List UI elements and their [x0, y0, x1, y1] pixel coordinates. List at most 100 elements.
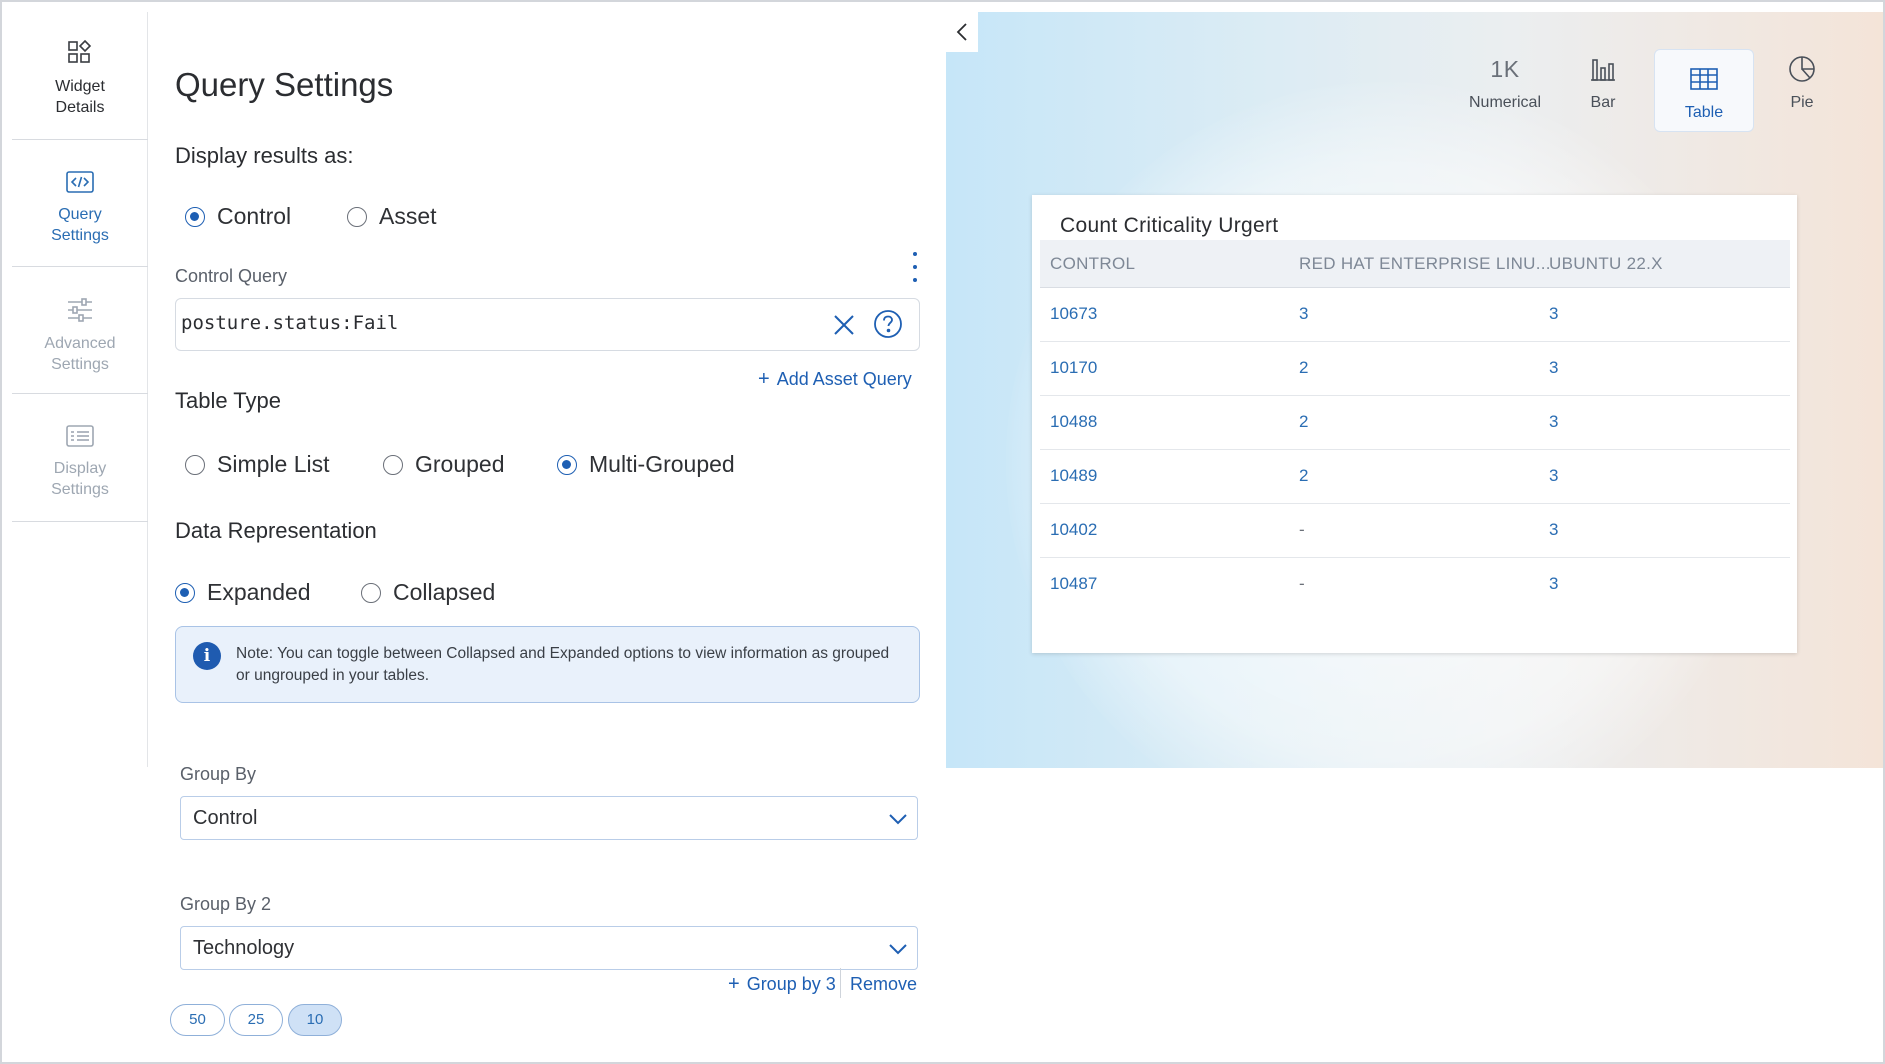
group-by-label: Group By — [180, 764, 257, 784]
chart-type-pie[interactable]: Pie — [1765, 40, 1839, 124]
chart-type-numerical[interactable]: 1K Numerical — [1455, 40, 1555, 124]
table-icon — [1690, 68, 1718, 90]
chart-type-label: Numerical — [1468, 94, 1541, 111]
table-cell[interactable]: 10402 — [1050, 520, 1097, 540]
nav-label: Query Settings — [51, 206, 109, 244]
nav-label: Widget Details — [55, 78, 105, 116]
group-by-2-label: Group By 2 — [180, 894, 272, 914]
chart-type-table[interactable]: Table — [1654, 49, 1754, 132]
table-row: 10170 2 3 — [1040, 342, 1790, 396]
radio-label: Expanded — [207, 579, 311, 605]
column-header[interactable]: UBUNTU 22.X — [1549, 254, 1663, 274]
select-value: Technology — [193, 937, 295, 959]
table-row: 10488 2 3 — [1040, 396, 1790, 450]
table-cell[interactable]: 3 — [1549, 520, 1558, 540]
column-header[interactable]: CONTROL — [1050, 254, 1135, 274]
table-cell[interactable]: 3 — [1299, 304, 1308, 324]
nav-item-query-settings[interactable]: Query Settings — [12, 140, 148, 267]
radio-label: Grouped — [415, 451, 505, 477]
table-row: 10673 3 3 — [1040, 288, 1790, 342]
nav-item-widget-details[interactable]: Widget Details — [12, 12, 148, 140]
link-label: Add Asset Query — [776, 369, 912, 389]
chart-type-bar[interactable]: Bar — [1566, 40, 1640, 124]
nav-item-display-settings[interactable]: Display Settings — [12, 394, 148, 522]
radio-dot — [383, 454, 403, 475]
radio-expanded[interactable]: Expanded — [175, 579, 311, 606]
radio-grouped[interactable]: Grouped — [383, 451, 505, 478]
data-representation-heading: Data Representation — [175, 518, 377, 543]
radio-dot — [557, 454, 577, 475]
radio-label: Collapsed — [393, 579, 496, 605]
widget-title: Count Criticality Urgert — [1060, 214, 1279, 237]
table-cell[interactable]: 10489 — [1050, 466, 1097, 486]
table-cell[interactable]: 3 — [1549, 574, 1558, 594]
page-size-50[interactable]: 50 — [170, 1004, 225, 1036]
radio-control[interactable]: Control — [185, 203, 291, 230]
link-label: Group by 3 — [746, 974, 836, 994]
pie-chart-icon — [1789, 56, 1815, 82]
chart-type-label: Table — [1684, 104, 1724, 121]
clear-icon[interactable] — [831, 312, 857, 338]
radio-label: Asset — [379, 203, 437, 229]
table-cell[interactable]: 3 — [1549, 304, 1558, 324]
table-row: 10487 - 3 — [1040, 558, 1790, 612]
table-header: CONTROL RED HAT ENTERPRISE LINU... UBUNT… — [1040, 240, 1790, 288]
radio-label: Multi-Grouped — [589, 451, 735, 477]
table-row: 10402 - 3 — [1040, 504, 1790, 558]
table-cell[interactable]: 2 — [1299, 466, 1308, 486]
add-asset-query-link[interactable]: + Add Asset Query — [758, 368, 912, 391]
note-text: Note: You can toggle between Collapsed a… — [236, 645, 890, 684]
query-text[interactable]: posture.status:Fail — [181, 312, 398, 334]
group-by-select[interactable]: Control — [180, 796, 918, 840]
link-label: Remove — [850, 974, 918, 994]
table-cell: - — [1299, 520, 1305, 539]
control-query-label: Control Query — [175, 266, 288, 286]
page-title: Query Settings — [175, 66, 394, 103]
numerical-icon: 1K — [1490, 55, 1520, 82]
plus-icon: + — [728, 973, 740, 995]
bar-chart-icon — [1591, 59, 1615, 81]
sliders-icon — [68, 298, 92, 322]
list-icon — [66, 425, 94, 447]
table-cell[interactable]: 2 — [1299, 412, 1308, 432]
table-cell[interactable]: 10170 — [1050, 358, 1097, 378]
more-options-icon[interactable] — [910, 252, 920, 282]
help-icon[interactable] — [873, 309, 903, 339]
chart-type-label: Pie — [1790, 94, 1814, 111]
group-by-2-select[interactable]: Technology — [180, 926, 918, 970]
table-type-heading: Table Type — [175, 388, 282, 413]
radio-simple-list[interactable]: Simple List — [185, 451, 329, 478]
nav-item-advanced-settings[interactable]: Advanced Settings — [12, 267, 148, 394]
nav-label: Display Settings — [51, 460, 109, 498]
table-cell[interactable]: 3 — [1549, 412, 1558, 432]
radio-collapsed[interactable]: Collapsed — [361, 579, 495, 606]
control-query-input[interactable]: posture.status:Fail — [175, 298, 920, 351]
radio-dot — [185, 454, 205, 475]
radio-multi-grouped[interactable]: Multi-Grouped — [557, 451, 735, 478]
radio-asset[interactable]: Asset — [347, 203, 437, 230]
select-value: Control — [193, 807, 258, 829]
page-size-10[interactable]: 10 — [288, 1004, 342, 1036]
chevron-down-icon — [889, 944, 907, 955]
settings-nav: Widget Details Query Settings Advanced S… — [12, 12, 148, 767]
info-note: i Note: You can toggle between Collapsed… — [175, 626, 920, 703]
collapse-panel-button[interactable] — [946, 12, 978, 52]
app-frame: Widget Details Query Settings Advanced S… — [0, 0, 1885, 1064]
radio-label: Control — [217, 203, 292, 229]
table-cell[interactable]: 10673 — [1050, 304, 1097, 324]
table-cell[interactable]: 2 — [1299, 358, 1308, 378]
table-cell[interactable]: 10487 — [1050, 574, 1097, 594]
remove-link[interactable]: Remove — [850, 974, 917, 995]
table-cell[interactable]: 3 — [1549, 358, 1558, 378]
column-header[interactable]: RED HAT ENTERPRISE LINU... — [1299, 254, 1551, 274]
group-by-3-link[interactable]: + Group by 3 — [728, 973, 836, 996]
table-widget-card: Count Criticality Urgert CONTROL RED HAT… — [1032, 195, 1797, 653]
code-icon — [66, 171, 94, 193]
page-size-25[interactable]: 25 — [229, 1004, 283, 1036]
table-cell[interactable]: 10488 — [1050, 412, 1097, 432]
radio-dot — [175, 582, 195, 603]
radio-dot — [185, 206, 205, 227]
divider — [840, 968, 841, 998]
display-results-heading: Display results as: — [175, 143, 354, 168]
table-cell[interactable]: 3 — [1549, 466, 1558, 486]
